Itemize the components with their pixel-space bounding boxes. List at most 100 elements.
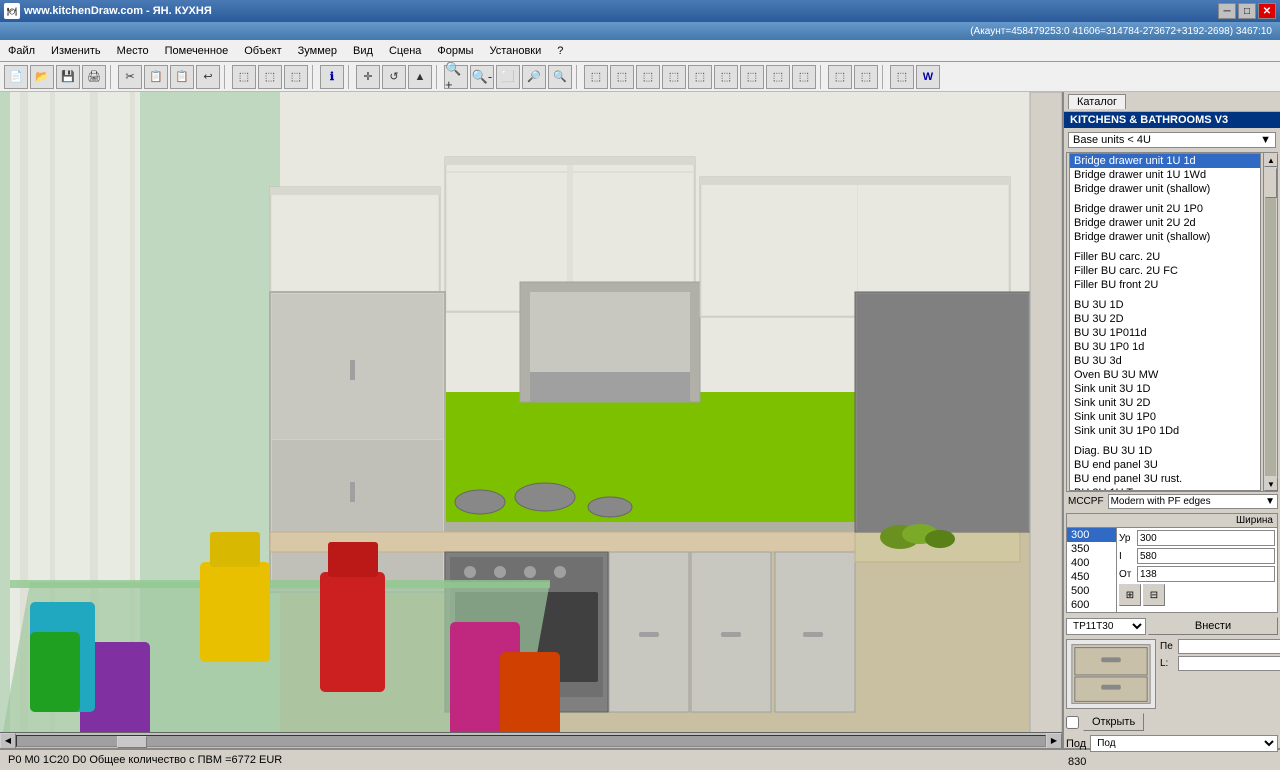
list-item[interactable]: Diag. BU 3U 1D (1070, 444, 1260, 458)
list-item[interactable]: BU end panel 3U rust. (1070, 472, 1260, 486)
list-item[interactable]: Filler BU carc. 2U (1070, 250, 1260, 264)
insert-button[interactable]: Внести (1148, 617, 1278, 635)
minimize-button[interactable]: ─ (1218, 3, 1236, 19)
scroll-right-btn[interactable]: ▶ (1046, 733, 1062, 749)
list-item[interactable]: Oven BU 3U MW (1070, 368, 1260, 382)
pod-dropdown[interactable]: Под (1090, 735, 1278, 752)
list-item[interactable]: Sink unit 3U 2D (1070, 396, 1260, 410)
items-list[interactable]: Bridge drawer unit 1U 1d Bridge drawer u… (1069, 153, 1261, 491)
tb-copy[interactable]: 📋 (144, 65, 168, 89)
tb-rotate[interactable]: ↺ (382, 65, 406, 89)
scrollbar-thumb[interactable] (117, 736, 147, 748)
tb-paste[interactable]: 📋 (170, 65, 194, 89)
preview-pe-input[interactable] (1178, 639, 1280, 654)
size-icon-btn-2[interactable]: ⊟ (1143, 584, 1165, 606)
menu-file[interactable]: Файл (0, 40, 43, 62)
tb-view2[interactable]: ⬚ (610, 65, 634, 89)
size-icon-btn-1[interactable]: ⊞ (1119, 584, 1141, 606)
menu-edit[interactable]: Изменить (43, 40, 109, 62)
tb-undo[interactable]: ↩ (196, 65, 220, 89)
style-dropdown[interactable]: Modern with PF edges ▼ (1108, 494, 1278, 509)
list-scroll-up[interactable]: ▲ (1264, 153, 1278, 167)
list-scroll-down[interactable]: ▼ (1264, 477, 1278, 491)
tb-select2[interactable]: ⬚ (258, 65, 282, 89)
tb-view9[interactable]: ⬚ (792, 65, 816, 89)
list-item[interactable]: Sink unit 3U 1D (1070, 382, 1260, 396)
code-dropdown[interactable]: TP11T30 (1066, 618, 1146, 635)
list-item[interactable]: BU 3U 1D (1070, 298, 1260, 312)
catalog-tab[interactable]: Каталог (1068, 94, 1126, 109)
close-button[interactable]: ✕ (1258, 3, 1276, 19)
tb-zoom-out[interactable]: 🔍- (470, 65, 494, 89)
list-item[interactable]: Bridge drawer unit 2U 1P0 (1070, 202, 1260, 216)
tb-view7[interactable]: ⬚ (740, 65, 764, 89)
tb-zoom-fit[interactable]: ⬜ (496, 65, 520, 89)
list-item[interactable]: BU end panel 3U (1070, 458, 1260, 472)
tb-view4[interactable]: ⬚ (662, 65, 686, 89)
tb-save[interactable]: 💾 (56, 65, 80, 89)
menu-scene[interactable]: Сцена (381, 40, 429, 62)
list-item[interactable]: BU 3U 1P011d (1070, 326, 1260, 340)
size-ur-input[interactable] (1137, 530, 1275, 546)
width-item-450[interactable]: 450 (1067, 570, 1116, 584)
menu-help[interactable]: ? (549, 40, 571, 62)
tb-view3[interactable]: ⬚ (636, 65, 660, 89)
3d-viewport[interactable]: ◀ ▶ (0, 92, 1062, 748)
preview-l-input[interactable] (1178, 656, 1280, 671)
tb-web[interactable]: W (916, 65, 940, 89)
list-scroll-track[interactable] (1265, 168, 1276, 476)
list-item[interactable]: Bridge drawer unit 1U 1Wd (1070, 168, 1260, 182)
list-item[interactable]: BU 3U 1U Tor... (1070, 486, 1260, 491)
tb-view6[interactable]: ⬚ (714, 65, 738, 89)
tb-view5[interactable]: ⬚ (688, 65, 712, 89)
tb-select3[interactable]: ⬚ (284, 65, 308, 89)
list-item[interactable]: Filler BU front 2U (1070, 278, 1260, 292)
tb-zoom-in[interactable]: 🔍+ (444, 65, 468, 89)
list-item[interactable]: Sink unit 3U 1P0 (1070, 410, 1260, 424)
list-item[interactable]: Bridge drawer unit 2U 2d (1070, 216, 1260, 230)
scrollbar-track[interactable] (16, 735, 1046, 747)
list-item[interactable]: Filler BU carc. 2U FC (1070, 264, 1260, 278)
list-item[interactable]: BU 3U 1P0 1d (1070, 340, 1260, 354)
width-item-600[interactable]: 600 (1067, 598, 1116, 612)
open-checkbox[interactable] (1066, 716, 1079, 729)
width-item-300[interactable]: 300 (1067, 528, 1116, 542)
list-item[interactable]: BU 3U 2D (1070, 312, 1260, 326)
menu-marked[interactable]: Помеченное (157, 40, 237, 62)
list-item[interactable]: BU 3U 3d (1070, 354, 1260, 368)
maximize-button[interactable]: □ (1238, 3, 1256, 19)
scroll-left-btn[interactable]: ◀ (0, 733, 16, 749)
menu-zoom[interactable]: Зуммер (290, 40, 345, 62)
menu-place[interactable]: Место (109, 40, 157, 62)
menu-view[interactable]: Вид (345, 40, 381, 62)
tb-print[interactable]: 🖨 (82, 65, 106, 89)
width-item-500[interactable]: 500 (1067, 584, 1116, 598)
category-dropdown[interactable]: Base units < 4U ▼ (1068, 132, 1276, 148)
tb-select1[interactable]: ⬚ (232, 65, 256, 89)
menu-object[interactable]: Объект (236, 40, 289, 62)
tb-open[interactable]: 📂 (30, 65, 54, 89)
tb-zoom3[interactable]: 🔍 (548, 65, 572, 89)
open-button[interactable]: Открыть (1083, 713, 1144, 731)
list-scrollbar[interactable]: ▲ ▼ (1263, 153, 1277, 491)
tb-view1[interactable]: ⬚ (584, 65, 608, 89)
tb-arrow1[interactable]: ⬚ (828, 65, 852, 89)
tb-zoom2[interactable]: 🔎 (522, 65, 546, 89)
list-item[interactable]: Bridge drawer unit 1U 1d (1070, 154, 1260, 168)
list-item[interactable]: Bridge drawer unit (shallow) (1070, 230, 1260, 244)
list-scroll-thumb[interactable] (1265, 168, 1277, 198)
list-item[interactable]: Bridge drawer unit (shallow) (1070, 182, 1260, 196)
list-item[interactable]: Sink unit 3U 1P0 1Dd (1070, 424, 1260, 438)
size-ot-input[interactable] (1137, 566, 1275, 582)
tb-arrow2[interactable]: ⬚ (854, 65, 878, 89)
tb-up[interactable]: ▲ (408, 65, 432, 89)
width-item-400[interactable]: 400 (1067, 556, 1116, 570)
tb-export[interactable]: ⬚ (890, 65, 914, 89)
menu-settings[interactable]: Установки (481, 40, 549, 62)
menu-forms[interactable]: Формы (429, 40, 481, 62)
width-item-350[interactable]: 350 (1067, 542, 1116, 556)
viewport-scrollbar[interactable]: ◀ ▶ (0, 732, 1062, 748)
tb-move[interactable]: ✛ (356, 65, 380, 89)
tb-info[interactable]: ℹ (320, 65, 344, 89)
tb-cut[interactable]: ✂ (118, 65, 142, 89)
